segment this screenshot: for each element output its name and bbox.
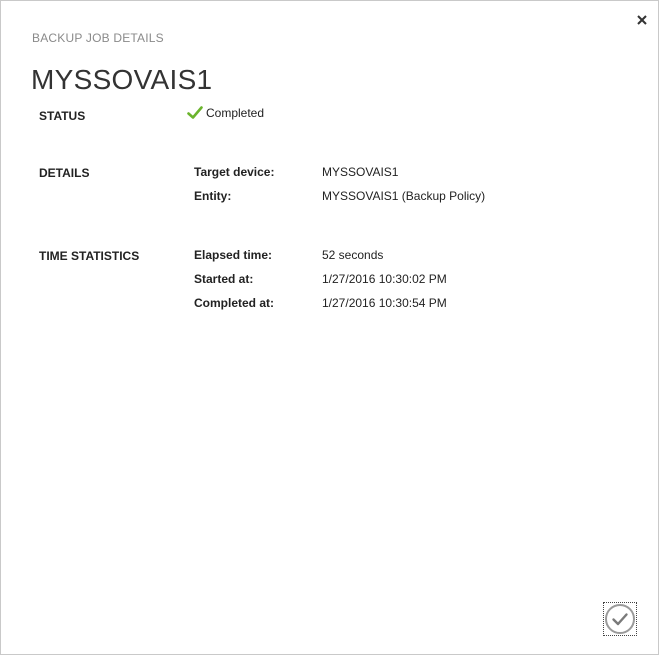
close-button[interactable]: [634, 12, 650, 28]
dialog-subtitle: BACKUP JOB DETAILS: [32, 31, 164, 45]
target-device-label: Target device:: [194, 165, 275, 179]
entity-label: Entity:: [194, 189, 232, 203]
elapsed-time-value: 52 seconds: [322, 248, 384, 262]
completed-at-value: 1/27/2016 10:30:54 PM: [322, 296, 447, 310]
dialog-title: MYSSOVAIS1: [31, 64, 213, 95]
completed-at-label: Completed at:: [194, 296, 275, 310]
close-icon: [637, 15, 647, 25]
status-value: Completed: [187, 104, 264, 122]
details-section-label: DETAILS: [39, 166, 90, 180]
time-statistics-section-label: TIME STATISTICS: [39, 249, 140, 263]
checkmark-icon: [187, 105, 203, 121]
started-at-value: 1/27/2016 10:30:02 PM: [322, 272, 447, 286]
backup-job-details-dialog: BACKUP JOB DETAILS MYSSOVAIS1 STATUS Com…: [0, 0, 659, 655]
target-device-value: MYSSOVAIS1: [322, 165, 399, 179]
started-at-label: Started at:: [194, 272, 254, 286]
elapsed-time-label: Elapsed time:: [194, 248, 273, 262]
checkmark-circle-icon: [605, 604, 635, 634]
status-text: Completed: [206, 106, 265, 120]
entity-value: MYSSOVAIS1 (Backup Policy): [322, 189, 486, 203]
ok-button[interactable]: [603, 602, 637, 636]
status-section-label: STATUS: [39, 109, 86, 123]
